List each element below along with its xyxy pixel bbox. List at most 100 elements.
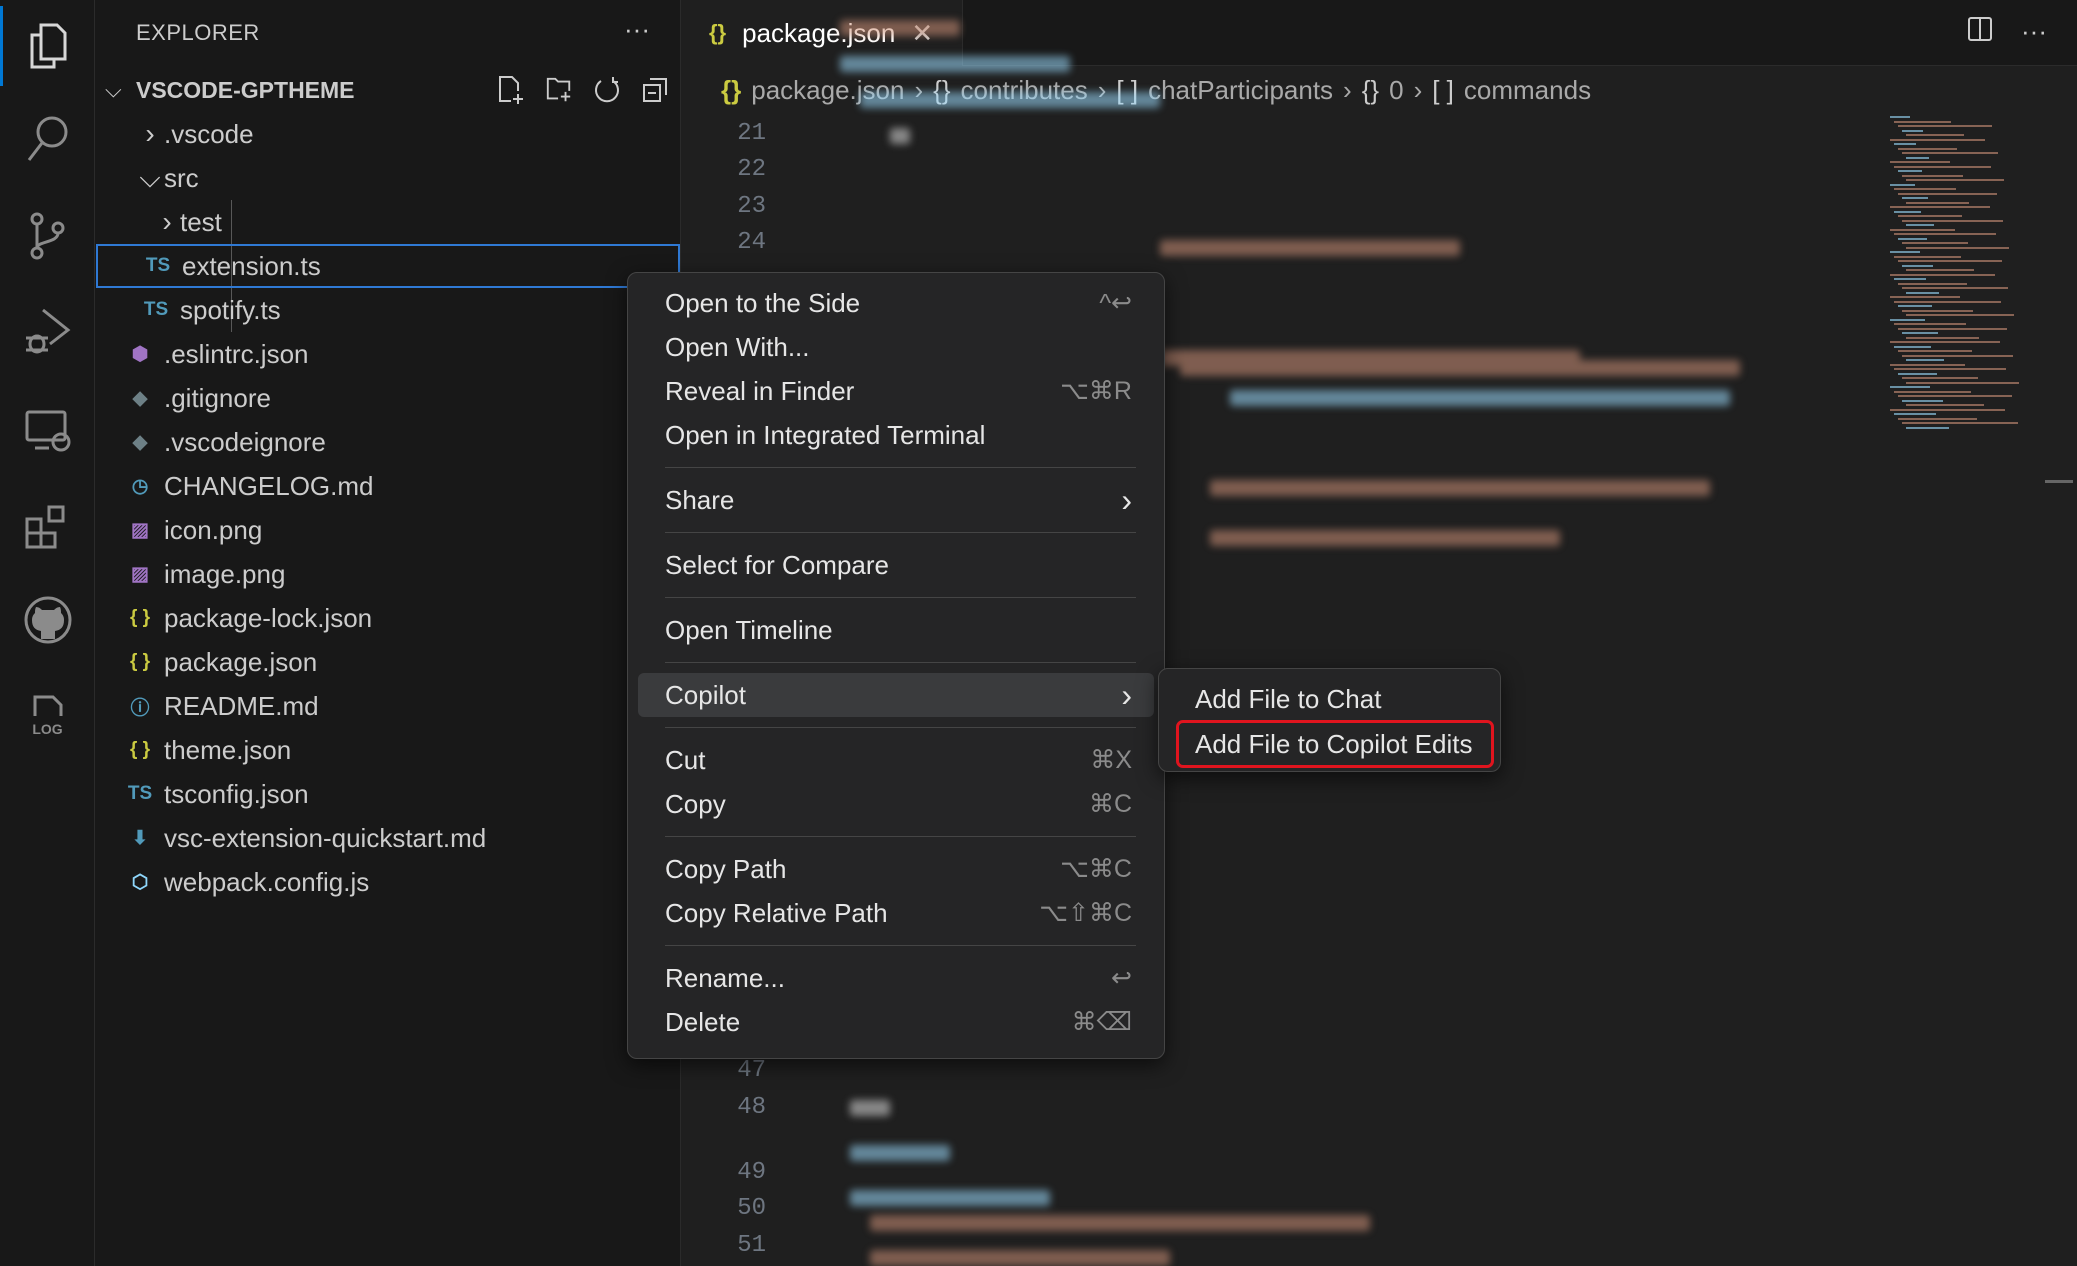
tree-item[interactable]: ◆ .vscodeignore <box>96 420 680 464</box>
remote-explorer-icon[interactable] <box>0 391 95 471</box>
code-line <box>870 1250 1170 1266</box>
eslint-file-icon: ⬢ <box>131 343 149 365</box>
line-number: 50 <box>737 1195 766 1222</box>
minimap-line <box>1902 332 1938 334</box>
menu-item-copy[interactable]: Copy ⌘C <box>638 782 1154 826</box>
tree-item[interactable]: ◆ .gitignore <box>96 376 680 420</box>
tree-item-label: image.png <box>164 558 286 589</box>
menu-item-label: Open With... <box>665 331 810 362</box>
minimap-line <box>1906 134 1964 136</box>
tree-item[interactable]: TS spotify.ts <box>96 288 680 332</box>
minimap-line <box>1902 309 1973 312</box>
tree-item[interactable]: { } package-lock.json <box>96 596 680 640</box>
menu-item-open-with[interactable]: Open With... <box>638 325 1154 369</box>
extensions-icon[interactable] <box>0 486 95 566</box>
tree-item[interactable]: › .vscode <box>96 112 680 156</box>
menu-item-open-to-the-side[interactable]: Open to the Side ^↩ <box>638 281 1154 325</box>
breadcrumb-item[interactable]: commands <box>1464 75 1591 106</box>
more-actions-icon[interactable]: ··· <box>2021 16 2047 49</box>
github-icon[interactable] <box>0 580 95 660</box>
source-control-icon[interactable] <box>0 196 95 276</box>
tree-item[interactable]: ▨ image.png <box>96 552 680 596</box>
minimap-line <box>1894 323 1966 325</box>
minimap-line <box>1902 152 1998 154</box>
minimap-line <box>1906 314 2014 316</box>
minimap-line <box>1906 201 1969 204</box>
line-number: 21 <box>737 120 766 147</box>
add-file-to-chat[interactable]: Add File to Chat <box>1169 677 1490 721</box>
minimap-line <box>1894 255 1961 258</box>
menu-item-cut[interactable]: Cut ⌘X <box>638 738 1154 782</box>
collapse-all-icon[interactable] <box>641 76 669 104</box>
code-line <box>1230 390 1730 406</box>
new-file-icon[interactable] <box>497 76 525 104</box>
menu-separator <box>665 836 1136 837</box>
menu-item-select-for-compare[interactable]: Select for Compare <box>638 543 1154 587</box>
minimap[interactable] <box>1882 112 2042 442</box>
tree-item[interactable]: ⬇ vsc-extension-quickstart.md <box>96 816 680 860</box>
minimap-line <box>1898 417 1977 420</box>
menu-item-open-timeline[interactable]: Open Timeline <box>638 608 1154 652</box>
tree-item[interactable]: ⓘ README.md <box>96 684 680 728</box>
minimap-line <box>1890 138 1985 141</box>
breadcrumb-item[interactable]: 0 <box>1389 75 1403 106</box>
split-editor-icon[interactable] <box>1967 16 1993 49</box>
menu-item-open-in-integrated-terminal[interactable]: Open in Integrated Terminal <box>638 413 1154 457</box>
minimap-line <box>1898 395 2012 397</box>
minimap-line <box>1894 413 1936 415</box>
minimap-line <box>1890 273 1995 276</box>
refresh-icon[interactable] <box>593 76 621 104</box>
code-line <box>850 1190 1050 1206</box>
menu-item-label: Cut <box>665 744 706 775</box>
workspace-folder-header[interactable]: ⌵ VSCODE-GPTHEME <box>95 68 681 112</box>
menu-item-shortcut: ⌥⇧⌘C <box>1039 899 1132 927</box>
chevron-right-icon: › <box>162 206 172 237</box>
menu-item-rename[interactable]: Rename... ↩ <box>638 956 1154 1000</box>
minimap-line <box>1890 116 1910 118</box>
run-debug-icon[interactable] <box>0 291 95 371</box>
tree-item[interactable]: ▨ icon.png <box>96 508 680 552</box>
search-icon[interactable] <box>0 99 95 179</box>
tree-item[interactable]: { } theme.json <box>96 728 680 772</box>
minimap-line <box>1906 269 1974 271</box>
tree-item[interactable]: ⌵ src <box>96 156 680 200</box>
menu-item-share[interactable]: Share › <box>638 478 1154 522</box>
minimap-line <box>1898 170 1922 172</box>
minimap-line <box>1894 165 1991 168</box>
minimap-line <box>1906 336 1979 339</box>
tree-item[interactable]: › test <box>96 200 680 244</box>
more-actions-icon[interactable]: ··· <box>624 14 650 45</box>
minimap-line <box>1898 372 1937 375</box>
breadcrumb-item[interactable]: chatParticipants <box>1148 75 1333 106</box>
minimap-line <box>1906 246 2009 249</box>
menu-item-label: Open Timeline <box>665 614 833 645</box>
menu-item-delete[interactable]: Delete ⌘⌫ <box>638 1000 1154 1044</box>
minimap-line <box>1890 183 1915 186</box>
tree-item-label: src <box>164 162 199 193</box>
tree-item[interactable]: TS tsconfig.json <box>96 772 680 816</box>
scrollbar-marker[interactable] <box>2045 480 2073 483</box>
log-icon[interactable]: LOG <box>0 675 95 755</box>
menu-item-label: Share <box>665 484 735 515</box>
menu-item-copy-path[interactable]: Copy Path ⌥⌘C <box>638 847 1154 891</box>
menu-item-label: Rename... <box>665 962 785 993</box>
chevron-right-icon: › <box>145 118 155 149</box>
minimap-line <box>1902 422 2018 424</box>
files-icon[interactable] <box>0 6 95 86</box>
menu-item-copy-relative-path[interactable]: Copy Relative Path ⌥⇧⌘C <box>638 891 1154 935</box>
tree-item[interactable]: TS extension.ts <box>96 244 680 288</box>
image-file-icon: ▨ <box>131 563 149 585</box>
minimap-line <box>1894 278 1926 280</box>
code-line <box>1180 360 1740 376</box>
menu-item-reveal-in-finder[interactable]: Reveal in Finder ⌥⌘R <box>638 369 1154 413</box>
minimap-line <box>1898 237 1927 240</box>
tree-item[interactable]: ◷ CHANGELOG.md <box>96 464 680 508</box>
add-file-to-copilot-edits[interactable]: Add File to Copilot Edits <box>1176 720 1494 768</box>
tree-item[interactable]: { } package.json <box>96 640 680 684</box>
menu-item-copilot[interactable]: Copilot › <box>638 673 1154 717</box>
minimap-line <box>1902 287 2008 289</box>
new-folder-icon[interactable] <box>545 76 573 104</box>
tree-item[interactable]: ⬢ .eslintrc.json <box>96 332 680 376</box>
explorer-title: EXPLORER <box>136 20 260 45</box>
tree-item[interactable]: ⬡ webpack.config.js <box>96 860 680 904</box>
